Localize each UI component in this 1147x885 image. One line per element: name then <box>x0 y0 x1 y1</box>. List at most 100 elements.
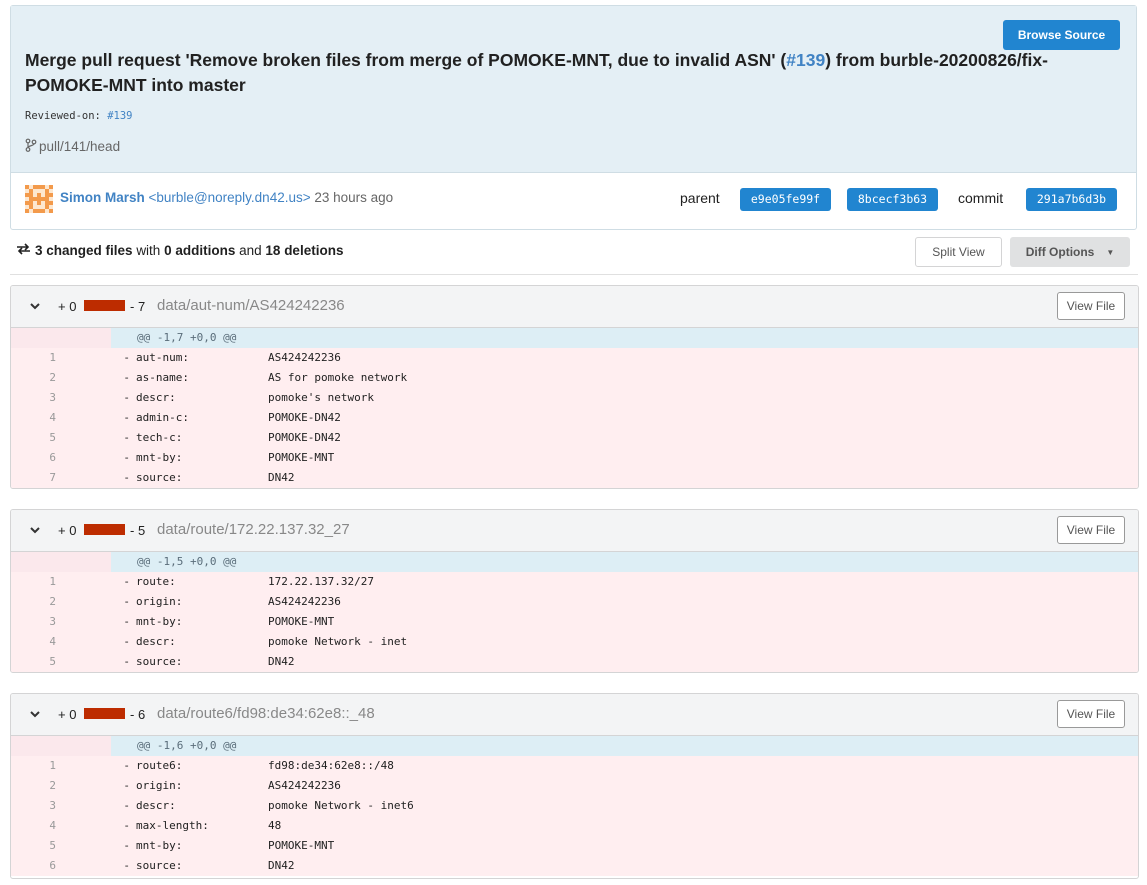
diff-line: 4 - admin-c: POMOKE-DN42 <box>11 408 1138 428</box>
line-number: 2 <box>49 779 56 792</box>
view-file-button[interactable]: View File <box>1057 700 1125 728</box>
file-path: data/route/172.22.137.32_27 <box>157 521 350 538</box>
chevron-down-icon[interactable] <box>28 707 42 726</box>
line-value: POMOKE-DN42 <box>268 431 341 444</box>
chevron-down-icon[interactable] <box>28 523 42 542</box>
deletions-count: 18 deletions <box>265 243 344 258</box>
deletion-marker: - <box>123 799 130 812</box>
diff-options-button[interactable]: Diff Options ▼ <box>1010 237 1130 267</box>
line-number: 6 <box>49 451 56 464</box>
line-value: DN42 <box>268 471 295 484</box>
deletion-marker: - <box>123 819 130 832</box>
hunk-header: @@ -1,7 +0,0 @@ <box>11 328 1138 348</box>
line-number: 3 <box>49 799 56 812</box>
diff-line: 3 - descr: pomoke's network <box>11 388 1138 408</box>
parent-sha-2[interactable]: 8bcecf3b63 <box>847 188 938 211</box>
line-key: as-name: <box>136 371 189 384</box>
avatar[interactable] <box>25 185 53 213</box>
line-value: 172.22.137.32/27 <box>268 575 374 588</box>
reviewed-on-link[interactable]: #139 <box>107 110 132 122</box>
file-deletions: - 7 <box>130 299 146 314</box>
deletion-marker: - <box>123 595 130 608</box>
diff-line: 1 - route6: fd98:de34:62e8::/48 <box>11 756 1138 776</box>
diff-stats: 3 changed files with 0 additions and 18 … <box>16 243 343 258</box>
commit-title-text: Merge pull request 'Remove broken files … <box>25 50 787 70</box>
diff-options-label: Diff Options <box>1025 245 1095 259</box>
deletion-marker: - <box>123 431 130 444</box>
author-row: Simon Marsh <burble@noreply.dn42.us> 23 … <box>11 172 1136 230</box>
diff-line: 1 - aut-num: AS424242236 <box>11 348 1138 368</box>
diff-line: 6 - mnt-by: POMOKE-MNT <box>11 448 1138 468</box>
line-key: source: <box>136 859 183 872</box>
author-email[interactable]: <burble@noreply.dn42.us> <box>149 190 311 205</box>
diff-line: 5 - source: DN42 <box>11 652 1138 672</box>
split-view-button[interactable]: Split View <box>915 237 1002 267</box>
line-key: source: <box>136 655 183 668</box>
deletion-marker: - <box>123 351 130 364</box>
branch-name[interactable]: pull/141/head <box>39 139 120 154</box>
line-key: aut-num: <box>136 351 189 364</box>
line-number: 3 <box>49 615 56 628</box>
hunk-text: @@ -1,7 +0,0 @@ <box>137 331 237 344</box>
deletion-marker: - <box>123 371 130 384</box>
hunk-header: @@ -1,6 +0,0 @@ <box>11 736 1138 756</box>
view-file-button[interactable]: View File <box>1057 292 1125 320</box>
diff-line: 5 - mnt-by: POMOKE-MNT <box>11 836 1138 856</box>
parent-sha-1[interactable]: e9e05fe99f <box>740 188 831 211</box>
author-name[interactable]: Simon Marsh <box>60 190 145 205</box>
deletions-bar <box>84 300 125 311</box>
line-key: descr: <box>136 799 176 812</box>
file-additions: + 0 <box>58 523 77 538</box>
line-value: DN42 <box>268 655 295 668</box>
reviewed-on-label: Reviewed-on: <box>25 110 101 122</box>
deletion-marker: - <box>123 411 130 424</box>
line-number: 5 <box>49 839 56 852</box>
line-key: descr: <box>136 391 176 404</box>
line-value: AS424242236 <box>268 779 341 792</box>
view-file-button[interactable]: View File <box>1057 516 1125 544</box>
line-key: mnt-by: <box>136 839 183 852</box>
line-value: DN42 <box>268 859 295 872</box>
line-key: tech-c: <box>136 431 183 444</box>
deletions-bar <box>84 524 125 535</box>
file-path: data/aut-num/AS424242236 <box>157 297 345 314</box>
deletion-marker: - <box>123 471 130 484</box>
commit-sha[interactable]: 291a7b6d3b <box>1026 188 1117 211</box>
line-number: 3 <box>49 391 56 404</box>
line-value: POMOKE-DN42 <box>268 411 341 424</box>
line-value: AS for pomoke network <box>268 371 408 384</box>
line-value: POMOKE-MNT <box>268 615 335 628</box>
line-value: 48 <box>268 819 282 832</box>
file-additions: + 0 <box>58 707 77 722</box>
commit-summary-area: Browse Source Merge pull request 'Remove… <box>11 6 1136 173</box>
line-key: source: <box>136 471 183 484</box>
line-key: origin: <box>136 779 183 792</box>
browse-source-button[interactable]: Browse Source <box>1003 20 1120 50</box>
deletion-marker: - <box>123 391 130 404</box>
deletion-marker: - <box>123 615 130 628</box>
chevron-down-icon[interactable] <box>28 299 42 318</box>
line-number: 5 <box>49 431 56 444</box>
line-key: route: <box>136 575 176 588</box>
diff-line: 6 - source: DN42 <box>11 856 1138 876</box>
changed-files-count: 3 changed files <box>35 243 133 258</box>
line-number: 4 <box>49 635 56 648</box>
diff-line: 3 - descr: pomoke Network - inet6 <box>11 796 1138 816</box>
pr-link[interactable]: #139 <box>786 50 825 70</box>
line-number: 7 <box>49 471 56 484</box>
diff-line: 2 - origin: AS424242236 <box>11 776 1138 796</box>
line-number: 4 <box>49 819 56 832</box>
deletion-marker: - <box>123 575 130 588</box>
line-key: admin-c: <box>136 411 189 424</box>
line-number: 2 <box>49 595 56 608</box>
file-additions: + 0 <box>58 299 77 314</box>
line-key: route6: <box>136 759 183 772</box>
reviewed-on: Reviewed-on: #139 <box>25 110 132 122</box>
divider <box>10 274 1138 275</box>
additions-count: 0 additions <box>164 243 236 258</box>
deletion-marker: - <box>123 451 130 464</box>
line-value: pomoke Network - inet6 <box>268 799 414 812</box>
line-number: 4 <box>49 411 56 424</box>
commit-time: 23 hours ago <box>314 190 394 205</box>
branch-ref: pull/141/head <box>25 138 120 155</box>
